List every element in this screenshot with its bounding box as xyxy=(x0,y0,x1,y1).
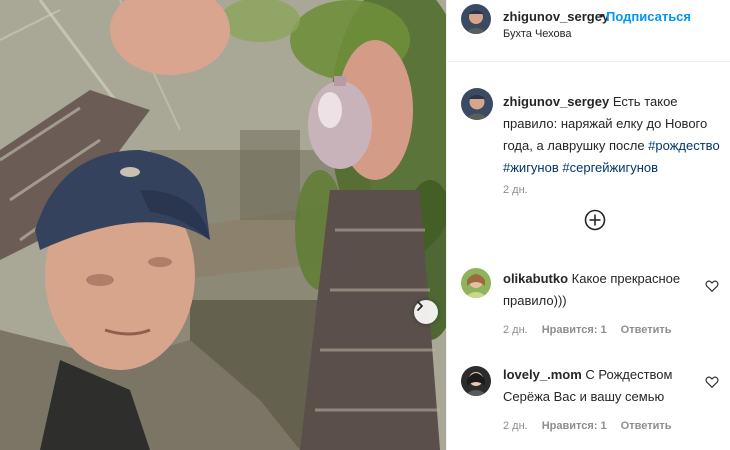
post-photo xyxy=(0,0,446,450)
post-header: zhigunov_sergey • Подписаться Бухта Чехо… xyxy=(447,0,730,62)
comment-likes[interactable]: Нравится: 1 xyxy=(542,324,607,336)
post-location[interactable]: Бухта Чехова xyxy=(503,28,571,40)
caption-timestamp[interactable]: 2 дн. xyxy=(503,184,528,196)
heart-icon[interactable] xyxy=(705,375,719,389)
post-sidebar: zhigunov_sergey • Подписаться Бухта Чехо… xyxy=(446,0,730,450)
photo-illustration xyxy=(0,0,446,450)
comment-timestamp[interactable]: 2 дн. xyxy=(503,324,528,336)
comment-username[interactable]: lovely_.mom xyxy=(503,367,582,382)
add-comment-icon[interactable] xyxy=(584,209,606,231)
hashtag-link[interactable]: #сергейжигунов xyxy=(562,160,658,175)
follow-button[interactable]: Подписаться xyxy=(606,9,691,24)
comment-likes[interactable]: Нравится: 1 xyxy=(542,420,607,432)
reply-button[interactable]: Ответить xyxy=(621,420,672,432)
hashtag-link[interactable]: #жигунов xyxy=(503,160,559,175)
heart-icon[interactable] xyxy=(705,279,719,293)
reply-button[interactable]: Ответить xyxy=(621,324,672,336)
comment: olikabutko Какое прекрасное правило))) xyxy=(503,268,693,312)
avatar-image xyxy=(461,4,491,34)
comment-meta: 2 дн. Нравится: 1 Ответить xyxy=(503,324,672,336)
comment-avatar[interactable] xyxy=(461,366,491,396)
comment-avatar[interactable] xyxy=(461,268,491,298)
post-caption: zhigunov_sergey Есть такое правило: наря… xyxy=(503,91,725,179)
separator-dot: • xyxy=(599,8,604,23)
post-author-username[interactable]: zhigunov_sergey xyxy=(503,9,609,24)
avatar-image xyxy=(461,268,491,298)
caption-avatar[interactable] xyxy=(461,88,493,120)
next-photo-button[interactable] xyxy=(414,300,438,324)
avatar[interactable] xyxy=(461,4,491,34)
avatar-image xyxy=(461,88,493,120)
comment-username[interactable]: olikabutko xyxy=(503,271,568,286)
hashtag-link[interactable]: #рождество xyxy=(648,138,720,153)
comment-timestamp[interactable]: 2 дн. xyxy=(503,420,528,432)
comment: lovely_.mom С Рождеством Серёжа Вас и ва… xyxy=(503,364,693,408)
caption-username[interactable]: zhigunov_sergey xyxy=(503,94,609,109)
chevron-right-icon xyxy=(417,301,423,311)
avatar-image xyxy=(461,366,491,396)
comment-meta: 2 дн. Нравится: 1 Ответить xyxy=(503,420,672,432)
